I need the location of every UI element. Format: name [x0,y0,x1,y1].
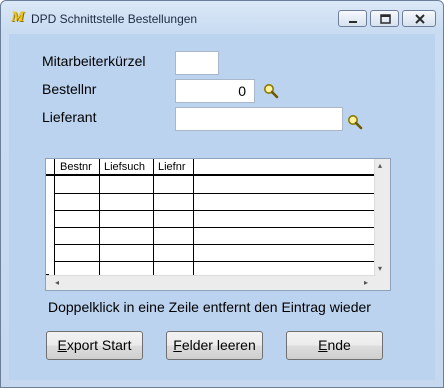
maximize-button[interactable] [370,10,399,27]
clear-button-mnemonic: F [173,337,182,353]
grid-column-divider [193,159,194,277]
bestellnr-label: Bestellnr [42,81,97,97]
lieferant-search-icon[interactable] [347,114,363,130]
mitarbeiter-field[interactable] [175,51,219,75]
scroll-up-icon[interactable]: ▴ [378,162,382,170]
grid-column-divider [99,159,100,277]
table-row[interactable] [54,261,376,262]
lieferant-input[interactable] [184,108,334,130]
app-logo-icon: M [11,9,25,25]
scroll-left-icon[interactable]: ◂ [55,279,59,287]
grid-header: Bestnr Liefsuch Liefnr [46,159,376,176]
close-icon [415,14,425,24]
lieferant-field[interactable] [175,107,343,131]
bestellnr-field[interactable] [175,79,255,103]
table-row[interactable] [54,227,376,228]
grid-vertical-scrollbar[interactable]: ▴ ▾ [374,159,390,279]
grid-horizontal-scrollbar[interactable]: ◂ ▸ [46,275,376,290]
minimize-icon [349,21,357,23]
application-window: M DPD Schnittstelle Bestellungen Mitarbe… [0,0,444,388]
clear-fields-button[interactable]: Felder leeren [166,331,263,360]
scroll-down-icon[interactable]: ▾ [378,265,382,273]
table-row[interactable] [54,210,376,211]
window-title: DPD Schnittstelle Bestellungen [31,12,198,26]
export-start-button[interactable]: Export Start [46,331,143,360]
table-row[interactable] [54,244,376,245]
form-body: Mitarbeiterkürzel Bestellnr Lieferant Be… [9,34,435,380]
scrollbar-corner [375,276,390,290]
grid-column-divider [153,159,154,277]
grid-row-selector-divider [54,159,55,277]
column-header-liefsuch[interactable]: Liefsuch [104,161,145,173]
lieferant-label: Lieferant [42,109,97,125]
table-row[interactable] [54,193,376,194]
clear-button-label: elder leeren [181,337,256,353]
title-bar[interactable]: M DPD Schnittstelle Bestellungen [1,1,443,33]
export-button-label: xport Start [66,337,132,353]
order-grid[interactable]: Bestnr Liefsuch Liefnr ▴ ▾ ◂ ▸ [45,158,391,291]
close-button[interactable] [402,10,436,27]
column-header-liefnr[interactable]: Liefnr [158,161,186,173]
mitarbeiter-input[interactable] [184,52,210,74]
instruction-text: Doppelklick in eine Zeile entfernt den E… [48,299,371,315]
column-header-bestnr[interactable]: Bestnr [60,161,92,173]
mitarbeiter-label: Mitarbeiterkürzel [42,53,146,69]
minimize-button[interactable] [338,10,367,27]
bestellnr-search-icon[interactable] [263,83,279,99]
scroll-right-icon[interactable]: ▸ [364,279,368,287]
export-button-mnemonic: E [57,337,67,353]
end-button[interactable]: Ende [286,331,383,360]
end-button-label: nde [327,337,351,353]
bestellnr-input[interactable] [184,80,246,102]
restore-icon [380,14,391,24]
